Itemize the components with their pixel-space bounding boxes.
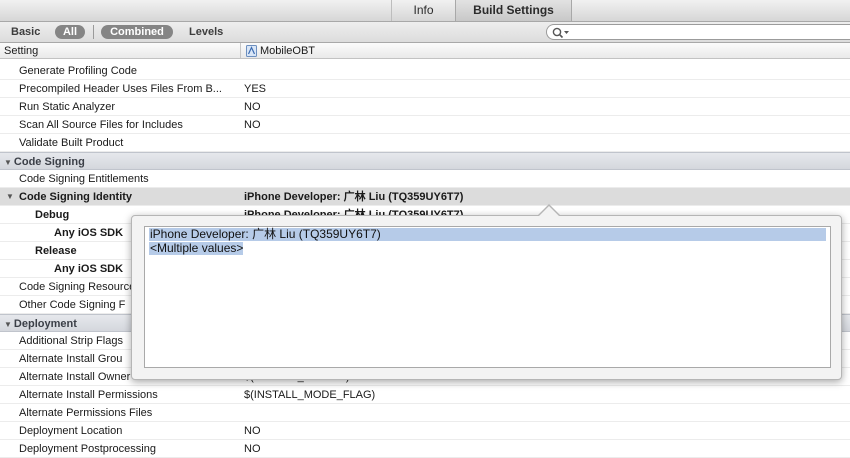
value-editor-popover: iPhone Developer: 广林 Liu (TQ359UY6T7) <M…: [131, 204, 842, 380]
setting-value[interactable]: NO: [244, 422, 261, 440]
setting-name: Deployment Postprocessing: [19, 443, 156, 455]
setting-column-title: Setting: [4, 45, 39, 57]
popover-arrow-fill: [538, 206, 560, 217]
value-text-area[interactable]: iPhone Developer: 广林 Liu (TQ359UY6T7) <M…: [144, 226, 831, 368]
editor-tab-bar: Info Build Settings: [0, 0, 850, 22]
setting-name: Code Signing Resource: [19, 281, 136, 293]
setting-value[interactable]: iPhone Developer: 广林 Liu (TQ359UY6T7): [244, 188, 463, 206]
table-row[interactable]: Precompiled Header Uses Files From B... …: [0, 80, 850, 98]
table-row[interactable]: Validate Built Product: [0, 134, 850, 152]
setting-value[interactable]: YES: [244, 80, 266, 98]
setting-name: Debug: [35, 209, 70, 221]
table-row[interactable]: Run Static Analyzer NO: [0, 98, 850, 116]
filter-divider: [93, 25, 94, 39]
setting-name: Scan All Source Files for Includes: [19, 119, 183, 131]
project-icon: [246, 45, 257, 57]
search-icon[interactable]: [552, 27, 570, 39]
value-line-multiple[interactable]: <Multiple values>: [149, 242, 244, 255]
filter-basic-button[interactable]: Basic: [11, 25, 40, 39]
setting-name: Alternate Permissions Files: [19, 407, 153, 419]
filter-levels-button[interactable]: Levels: [189, 25, 223, 39]
target-column-title[interactable]: MobileOBT: [260, 44, 315, 58]
table-row[interactable]: Code Signing Entitlements: [0, 170, 850, 188]
value-line-identity[interactable]: iPhone Developer: 广林 Liu (TQ359UY6T7): [149, 228, 826, 241]
setting-name: Validate Built Product: [19, 137, 124, 149]
table-row[interactable]: Alternate Install Permissions $(INSTALL_…: [0, 386, 850, 404]
setting-name: Code Signing Entitlements: [19, 173, 149, 185]
setting-name: Code Signing Identity: [19, 191, 133, 203]
setting-name: Deployment Location: [19, 425, 123, 437]
settings-column-header: Setting MobileOBT: [0, 43, 850, 59]
setting-name: Generate Profiling Code: [19, 65, 138, 77]
table-row[interactable]: Generate Profiling Code: [0, 62, 850, 80]
table-row-selected[interactable]: ▼ Code Signing Identity iPhone Developer…: [0, 188, 850, 206]
setting-name: Additional Strip Flags: [19, 335, 123, 347]
setting-name: Any iOS SDK: [54, 227, 124, 239]
setting-name: Release: [35, 245, 77, 257]
setting-name: Alternate Install Grou: [19, 353, 123, 365]
setting-name: Alternate Install Owner: [19, 371, 131, 383]
setting-name: Run Static Analyzer: [19, 101, 115, 113]
filter-bar: Basic All Combined Levels: [0, 22, 850, 43]
section-label: Code Signing: [13, 156, 85, 168]
disclosure-triangle-icon[interactable]: ▼: [6, 188, 14, 206]
tab-build-settings[interactable]: Build Settings: [455, 0, 572, 21]
filter-all-button[interactable]: All: [55, 25, 85, 39]
setting-value[interactable]: NO: [244, 116, 261, 134]
setting-value[interactable]: $(INSTALL_MODE_FLAG): [244, 386, 375, 404]
filter-combined-button[interactable]: Combined: [101, 25, 173, 39]
table-row[interactable]: Deployment Postprocessing NO: [0, 440, 850, 458]
table-row[interactable]: Scan All Source Files for Includes NO: [0, 116, 850, 134]
setting-name: Alternate Install Permissions: [19, 389, 158, 401]
setting-name: Other Code Signing F: [19, 299, 126, 311]
search-input[interactable]: [546, 24, 850, 40]
setting-name: Any iOS SDK: [54, 263, 124, 275]
table-row[interactable]: Alternate Permissions Files: [0, 404, 850, 422]
table-row[interactable]: Deployment Location NO: [0, 422, 850, 440]
section-label: Deployment: [13, 318, 77, 330]
setting-name: Precompiled Header Uses Files From B...: [19, 83, 222, 95]
setting-value[interactable]: NO: [244, 440, 261, 458]
tab-info[interactable]: Info: [391, 0, 455, 21]
setting-value[interactable]: NO: [244, 98, 261, 116]
column-divider[interactable]: [240, 43, 241, 58]
section-header-code-signing[interactable]: ▼ Code Signing: [0, 152, 850, 170]
